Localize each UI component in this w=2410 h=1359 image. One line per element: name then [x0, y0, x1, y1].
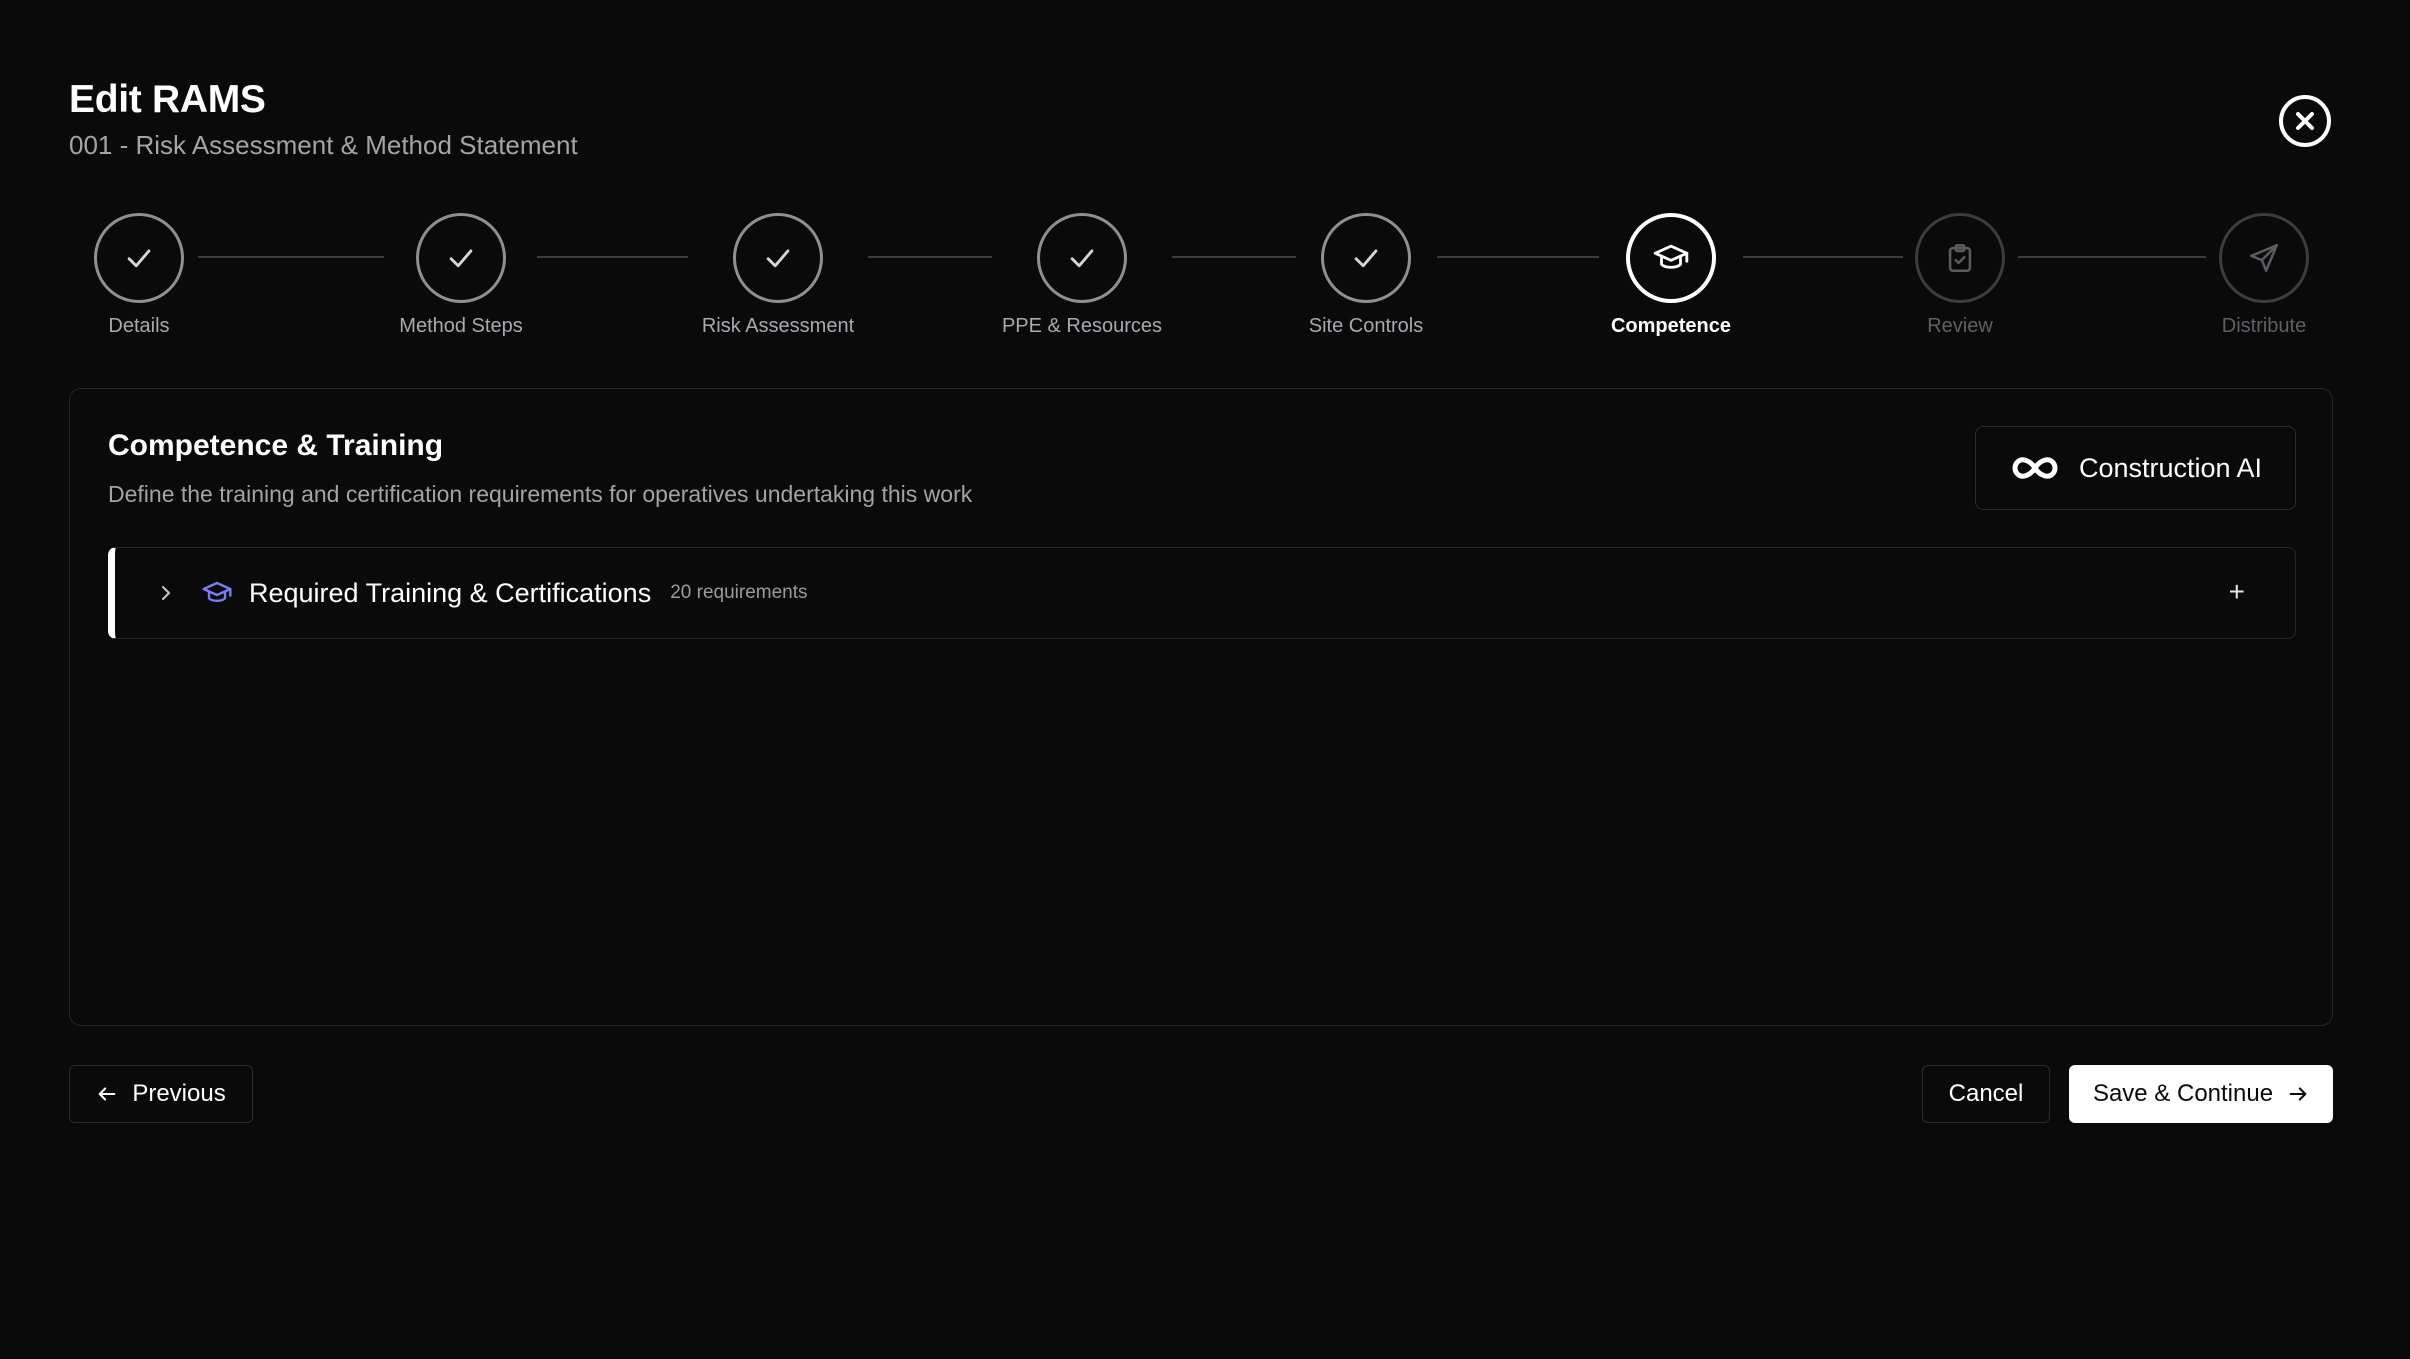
- step-label: Distribute: [2221, 315, 2307, 337]
- step-circle: [1626, 213, 1716, 303]
- arrow-left-icon: [98, 1087, 116, 1101]
- step-ppe-resources[interactable]: PPE & Resources: [952, 213, 1212, 338]
- step-label: Method Steps: [399, 315, 523, 337]
- save-continue-button[interactable]: Save & Continue: [2069, 1065, 2333, 1123]
- arrow-right-icon: [2289, 1087, 2307, 1101]
- save-continue-label: Save & Continue: [2092, 1080, 2274, 1107]
- step-circle: [733, 213, 823, 303]
- cancel-button[interactable]: Cancel: [1922, 1065, 2050, 1123]
- construction-ai-label: Construction AI: [2078, 452, 2263, 483]
- step-circle: [1915, 213, 2005, 303]
- check-icon: [1354, 249, 1378, 268]
- check-icon: [766, 249, 790, 268]
- step-label: Risk Assessment: [701, 315, 855, 337]
- previous-label: Previous: [132, 1080, 226, 1107]
- add-requirement-button[interactable]: +: [2229, 576, 2245, 608]
- send-icon: [2249, 243, 2279, 273]
- competence-card: Competence & Training Define the trainin…: [69, 388, 2333, 1026]
- card-title: Competence & Training: [108, 429, 444, 462]
- graduation-cap-icon: [201, 577, 233, 609]
- step-circle: [416, 213, 506, 303]
- section-title: Required Training & Certifications: [249, 577, 652, 608]
- step-competence[interactable]: Competence: [1541, 213, 1801, 338]
- construction-ai-button[interactable]: Construction AI: [1975, 426, 2296, 510]
- check-icon: [1070, 249, 1094, 268]
- cancel-label: Cancel: [1948, 1080, 2024, 1107]
- card-description: Define the training and certification re…: [108, 481, 973, 507]
- check-icon: [449, 249, 473, 268]
- graduation-cap-icon: [1653, 244, 1689, 269]
- step-details[interactable]: Details: [9, 213, 269, 338]
- clipboard-check-icon: [1948, 243, 1972, 273]
- requirements-count: 20 requirements: [670, 582, 808, 603]
- progress-stepper: Details Method Steps Risk Assessment PPE…: [0, 0, 2410, 350]
- check-icon: [127, 249, 151, 268]
- required-training-section[interactable]: Required Training & Certifications 20 re…: [108, 547, 2296, 639]
- step-distribute[interactable]: Distribute: [2134, 213, 2394, 338]
- step-label: Details: [108, 315, 170, 337]
- chevron-right-icon[interactable]: [157, 584, 175, 602]
- step-label: Site Controls: [1308, 315, 1424, 337]
- step-circle: [1037, 213, 1127, 303]
- step-label: Competence: [1610, 315, 1732, 337]
- step-circle: [94, 213, 184, 303]
- step-risk-assessment[interactable]: Risk Assessment: [648, 213, 908, 338]
- step-site-controls[interactable]: Site Controls: [1236, 213, 1496, 338]
- step-review[interactable]: Review: [1830, 213, 2090, 338]
- step-label: Review: [1927, 315, 1993, 337]
- step-label: PPE & Resources: [1001, 315, 1163, 337]
- previous-button[interactable]: Previous: [69, 1065, 253, 1123]
- step-circle: [1321, 213, 1411, 303]
- step-circle: [2219, 213, 2309, 303]
- step-method-steps[interactable]: Method Steps: [331, 213, 591, 338]
- infinity-icon: [2012, 457, 2058, 479]
